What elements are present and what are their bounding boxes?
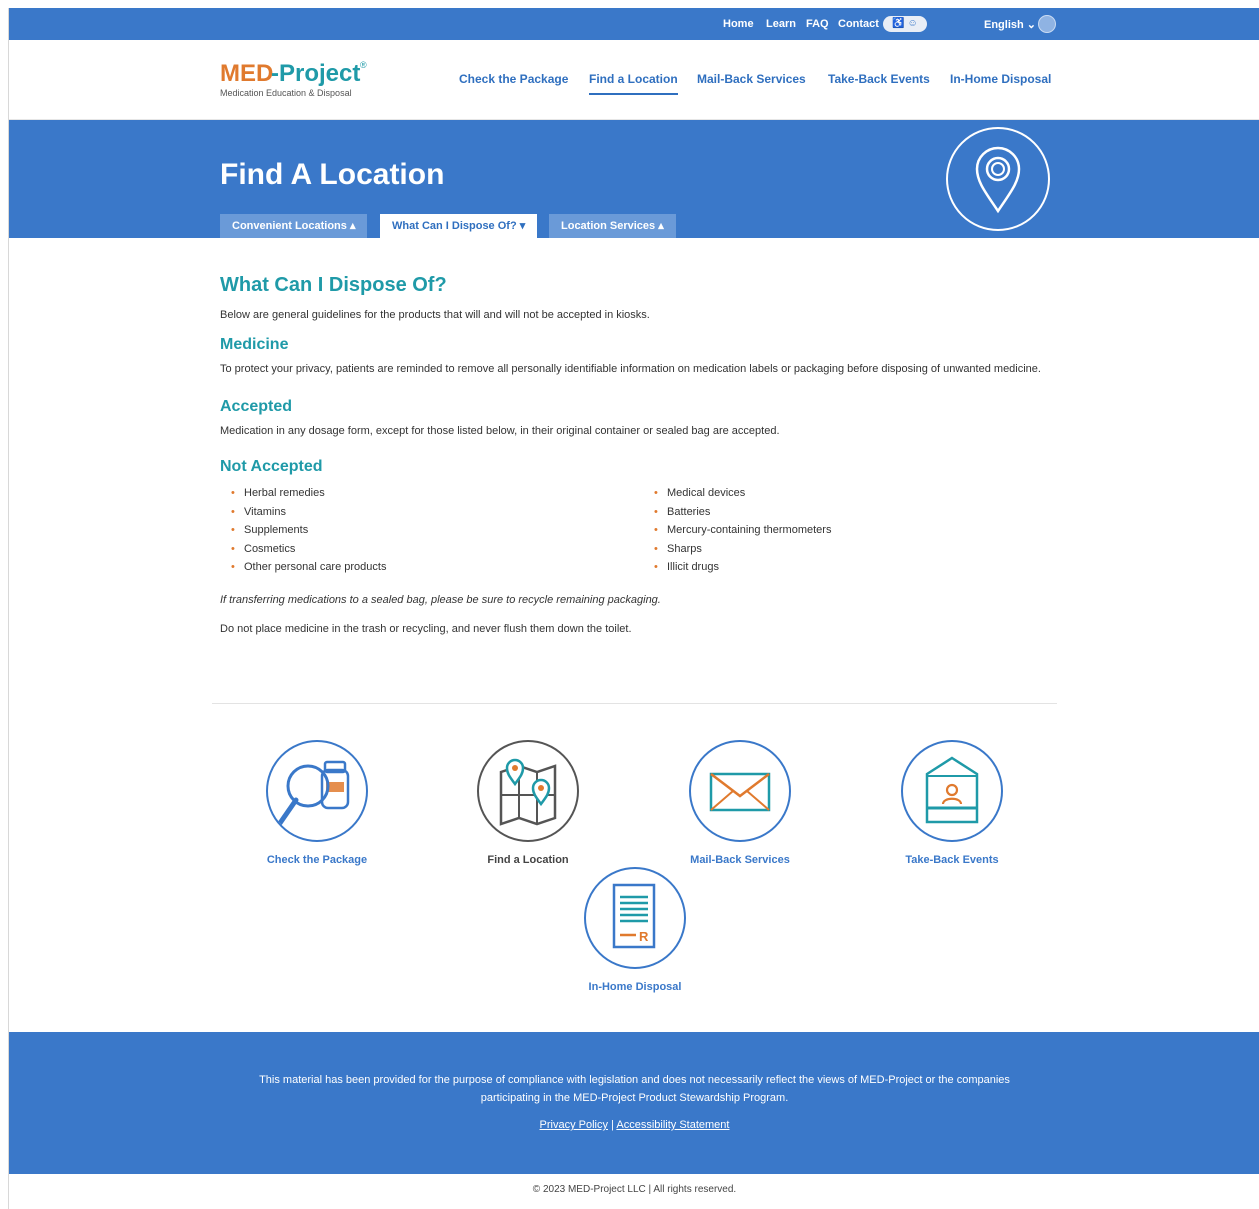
nav-mail-back-services[interactable]: Mail-Back Services	[697, 72, 806, 86]
svg-text:R: R	[639, 929, 649, 944]
card-mail-back-services[interactable]: Mail-Back Services	[680, 740, 800, 866]
site-header: MED -Project ® Medication Education & Di…	[9, 40, 1259, 120]
trash-note: Do not place medicine in the trash or re…	[220, 623, 632, 635]
chevron-down-icon: ⌄	[1026, 19, 1037, 31]
list-item: Other personal care products	[230, 558, 386, 577]
site-footer: This material has been provided for the …	[9, 1032, 1259, 1174]
list-item: Cosmetics	[230, 540, 386, 559]
recycle-note: If transferring medications to a sealed …	[220, 594, 661, 606]
nav-take-back-events[interactable]: Take-Back Events	[828, 72, 930, 86]
util-link-learn[interactable]: Learn	[766, 18, 796, 30]
not-accepted-heading: Not Accepted	[220, 458, 323, 475]
medicine-heading: Medicine	[220, 336, 289, 353]
language-label: English	[984, 19, 1024, 31]
accepted-heading: Accepted	[220, 398, 293, 415]
list-item: Medical devices	[653, 484, 831, 503]
not-accepted-list-right: Medical devices Batteries Mercury-contai…	[653, 484, 831, 577]
not-accepted-list-left: Herbal remedies Vitamins Supplements Cos…	[230, 484, 386, 577]
card-label: Check the Package	[266, 854, 368, 866]
card-find-a-location[interactable]: Find a Location	[468, 740, 588, 866]
page-banner: Find A Location Convenient Locations ▴ W…	[9, 120, 1259, 238]
nav-in-home-disposal[interactable]: In-Home Disposal	[950, 72, 1051, 86]
page: Home Learn FAQ Contact ♿ ☺ English ⌄ MED…	[8, 8, 1259, 1209]
card-label: In-Home Disposal	[588, 981, 682, 993]
logo-registered: ®	[360, 60, 367, 70]
utility-bar: Home Learn FAQ Contact ♿ ☺ English ⌄	[9, 8, 1259, 40]
prescription-icon: R	[584, 867, 686, 969]
kiosk-person-icon	[901, 740, 1003, 842]
nav-check-the-package[interactable]: Check the Package	[459, 72, 568, 86]
list-item: Vitamins	[230, 503, 386, 522]
main-content: What Can I Dispose Of? Below are general…	[220, 274, 1050, 638]
not-accepted-list: Herbal remedies Vitamins Supplements Cos…	[220, 484, 1050, 576]
accepted-text: Medication in any dosage form, except fo…	[220, 425, 780, 437]
list-item: Illicit drugs	[653, 558, 831, 577]
accessibility-icon[interactable]: ♿ ☺	[883, 16, 927, 32]
page-title: Find A Location	[220, 158, 445, 191]
list-item: Batteries	[653, 503, 831, 522]
privacy-policy-link[interactable]: Privacy Policy	[540, 1119, 608, 1131]
section-heading: What Can I Dispose Of?	[220, 274, 447, 296]
card-in-home-disposal[interactable]: R In-Home Disposal	[575, 867, 695, 993]
accessibility-statement-link[interactable]: Accessibility Statement	[616, 1119, 729, 1131]
util-link-faq[interactable]: FAQ	[806, 18, 829, 30]
intro-text: Below are general guidelines for the pro…	[220, 309, 650, 321]
copyright-text: © 2023 MED-Project LLC | All rights rese…	[532, 1184, 737, 1195]
card-check-the-package[interactable]: Check the Package	[257, 740, 377, 866]
globe-icon[interactable]	[1038, 15, 1056, 33]
tab-what-can-i-dispose-of[interactable]: What Can I Dispose Of? ▾	[380, 214, 538, 238]
util-link-contact[interactable]: Contact	[838, 18, 879, 30]
magnifier-bottle-icon	[266, 740, 368, 842]
logo-tagline: Medication Education & Disposal	[220, 88, 352, 98]
medicine-text: To protect your privacy, patients are re…	[220, 363, 1041, 375]
util-link-home[interactable]: Home	[723, 18, 754, 30]
list-item: Herbal remedies	[230, 484, 386, 503]
list-item: Sharps	[653, 540, 831, 559]
language-select[interactable]: English ⌄	[984, 18, 1036, 31]
location-pin-icon	[946, 127, 1050, 231]
tab-convenient-locations[interactable]: Convenient Locations ▴	[220, 214, 368, 238]
card-label: Take-Back Events	[905, 854, 999, 866]
logo-project: -Project	[271, 60, 361, 87]
footer-disclaimer: This material has been provided for the …	[259, 1074, 1010, 1104]
list-item: Mercury-containing thermometers	[653, 521, 831, 540]
footer-links: Privacy Policy | Accessibility Statement	[9, 1119, 1259, 1131]
card-label: Mail-Back Services	[690, 854, 790, 866]
map-pin-icon	[477, 740, 579, 842]
envelope-icon	[689, 740, 791, 842]
section-divider	[212, 703, 1057, 704]
tab-location-services[interactable]: Location Services ▴	[549, 214, 676, 238]
logo-med: MED	[220, 60, 274, 87]
footer-link-separator: |	[611, 1119, 614, 1131]
card-label: Find a Location	[487, 854, 569, 866]
list-item: Supplements	[230, 521, 386, 540]
nav-find-a-location[interactable]: Find a Location	[589, 72, 678, 95]
card-take-back-events[interactable]: Take-Back Events	[892, 740, 1012, 866]
